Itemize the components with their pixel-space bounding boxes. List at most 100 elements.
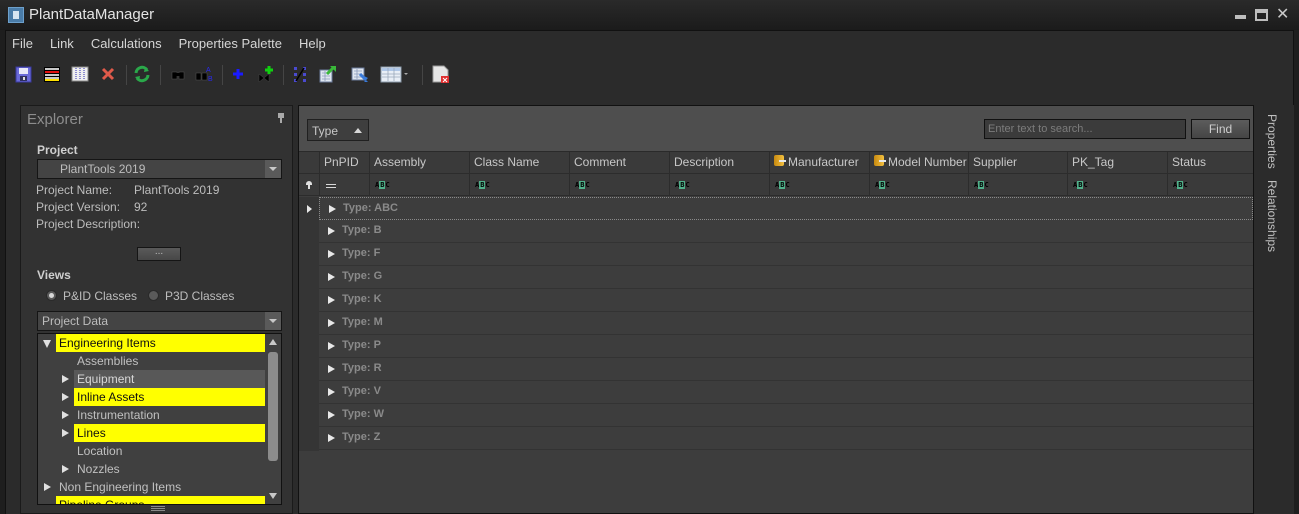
expand-icon[interactable] — [328, 434, 335, 442]
tree-item-instrumentation[interactable]: Instrumentation — [38, 406, 266, 424]
tree-item-pipeline-groups[interactable]: Pipeline Groups — [38, 496, 266, 504]
column-header-comment[interactable]: Comment — [569, 152, 669, 173]
tree-item-non-engineering-items[interactable]: Non Engineering Items — [38, 478, 266, 496]
expand-icon[interactable] — [328, 388, 335, 396]
filter-cell-status[interactable]: ABC — [1167, 174, 1253, 195]
expand-icon[interactable] — [62, 465, 69, 473]
data-source-dropdown[interactable]: Project Data — [37, 311, 282, 331]
expand-icon[interactable] — [328, 342, 335, 350]
expand-icon[interactable] — [328, 411, 335, 419]
tree-item-assemblies[interactable]: Assemblies — [38, 352, 266, 370]
equals-operator-icon[interactable] — [326, 184, 336, 188]
pid-classes-radio[interactable] — [46, 290, 57, 301]
column-header-pnpid[interactable]: PnPID — [319, 152, 369, 173]
scroll-down-icon[interactable] — [269, 493, 277, 499]
column-header-assembly[interactable]: Assembly — [369, 152, 469, 173]
p3d-classes-radio[interactable] — [148, 290, 159, 301]
import-icon[interactable] — [350, 64, 370, 84]
tree-item-nozzles[interactable]: Nozzles — [38, 460, 266, 478]
menu-help[interactable]: Help — [299, 36, 326, 54]
search-input[interactable] — [984, 119, 1186, 139]
expand-icon[interactable] — [328, 227, 335, 235]
expand-icon[interactable] — [62, 393, 69, 401]
tree-scrollbar[interactable] — [265, 334, 281, 504]
filter-cell-supplier[interactable]: ABC — [968, 174, 1067, 195]
menu-file[interactable]: File — [12, 36, 33, 54]
column-header-description[interactable]: Description — [669, 152, 769, 173]
tree-item-inline-assets[interactable]: Inline Assets — [38, 388, 266, 406]
menu-calculations[interactable]: Calculations — [91, 36, 162, 54]
expand-icon[interactable] — [329, 205, 336, 213]
expand-icon[interactable] — [328, 319, 335, 327]
export-icon[interactable] — [318, 64, 338, 84]
close-document-icon[interactable] — [430, 64, 450, 84]
group-row[interactable]: Type: R — [319, 358, 1253, 381]
chevron-down-icon[interactable] — [265, 312, 281, 330]
tree-item-equipment[interactable]: Equipment — [38, 370, 266, 388]
save-icon[interactable] — [14, 64, 34, 84]
row-colors-icon[interactable] — [42, 64, 62, 84]
find-replace-icon[interactable]: A B — [194, 64, 214, 84]
scroll-thumb[interactable] — [268, 352, 278, 461]
pid-classes-label[interactable]: P&ID Classes — [63, 289, 137, 303]
column-header-manufacturer[interactable]: Manufacturer — [769, 152, 869, 173]
splitter-grip[interactable] — [151, 506, 165, 511]
expand-icon[interactable] — [328, 365, 335, 373]
expand-icon[interactable] — [328, 296, 335, 304]
filter-cell-manufacturer[interactable]: ABC — [769, 174, 869, 195]
expand-icon[interactable] — [62, 429, 69, 437]
menu-link[interactable]: Link — [50, 36, 74, 54]
minimize-button[interactable] — [1234, 9, 1248, 21]
filter-cell-comment[interactable]: ABC — [569, 174, 669, 195]
group-by-chip-type[interactable]: Type — [307, 119, 369, 141]
tree-item-lines[interactable]: Lines — [38, 424, 266, 442]
group-row[interactable]: Type: K — [319, 289, 1253, 312]
add-linked-icon[interactable] — [256, 64, 276, 84]
columns-icon[interactable] — [70, 64, 90, 84]
collapse-icon[interactable] — [43, 340, 51, 348]
tree-item-engineering-items[interactable]: Engineering Items — [38, 334, 266, 352]
find-button[interactable]: Find — [1191, 119, 1250, 139]
column-header-class-name[interactable]: Class Name — [469, 152, 569, 173]
close-button[interactable]: ✕ — [1276, 7, 1290, 23]
expand-icon[interactable] — [62, 375, 69, 383]
chevron-down-icon[interactable] — [265, 160, 281, 178]
text-filter-icon[interactable]: ABC — [575, 181, 590, 189]
group-row[interactable]: Type: G — [319, 266, 1253, 289]
text-filter-icon[interactable]: ABC — [1073, 181, 1088, 189]
expand-icon[interactable] — [44, 483, 51, 491]
group-row[interactable]: Type: ABC — [319, 197, 1253, 220]
text-filter-icon[interactable]: ABC — [675, 181, 690, 189]
tree-item-location[interactable]: Location — [38, 442, 266, 460]
group-row[interactable]: Type: P — [319, 335, 1253, 358]
group-row[interactable]: Type: F — [319, 243, 1253, 266]
view-options-icon[interactable] — [380, 64, 410, 84]
project-details-button[interactable]: ... — [137, 247, 181, 261]
column-header-status[interactable]: Status — [1167, 152, 1253, 173]
filter-cell-description[interactable]: ABC — [669, 174, 769, 195]
text-filter-icon[interactable]: ABC — [475, 181, 490, 189]
filter-cell-class-name[interactable]: ABC — [469, 174, 569, 195]
expand-icon[interactable] — [62, 411, 69, 419]
text-filter-icon[interactable]: ABC — [974, 181, 989, 189]
delete-icon[interactable] — [98, 64, 118, 84]
text-filter-icon[interactable]: ABC — [875, 181, 890, 189]
group-row[interactable]: Type: V — [319, 381, 1253, 404]
maximize-button[interactable] — [1255, 9, 1268, 21]
text-filter-icon[interactable]: ABC — [375, 181, 390, 189]
group-row[interactable]: Type: M — [319, 312, 1253, 335]
p3d-classes-label[interactable]: P3D Classes — [165, 289, 234, 303]
filter-cell-pnpid[interactable] — [319, 174, 369, 195]
refresh-icon[interactable] — [132, 64, 152, 84]
group-row[interactable]: Type: Z — [319, 427, 1253, 450]
column-header-model-number[interactable]: Model Number — [869, 152, 968, 173]
expand-icon[interactable] — [328, 273, 335, 281]
column-header-supplier[interactable]: Supplier — [968, 152, 1067, 173]
pin-icon[interactable] — [277, 113, 285, 123]
sort-ascending-icon[interactable] — [354, 128, 362, 133]
find-icon[interactable] — [168, 64, 188, 84]
filter-cell-model-number[interactable]: ABC — [869, 174, 968, 195]
scroll-up-icon[interactable] — [269, 339, 277, 345]
filter-cell-pk-tag[interactable]: ABC — [1067, 174, 1167, 195]
link-icon[interactable] — [290, 64, 310, 84]
